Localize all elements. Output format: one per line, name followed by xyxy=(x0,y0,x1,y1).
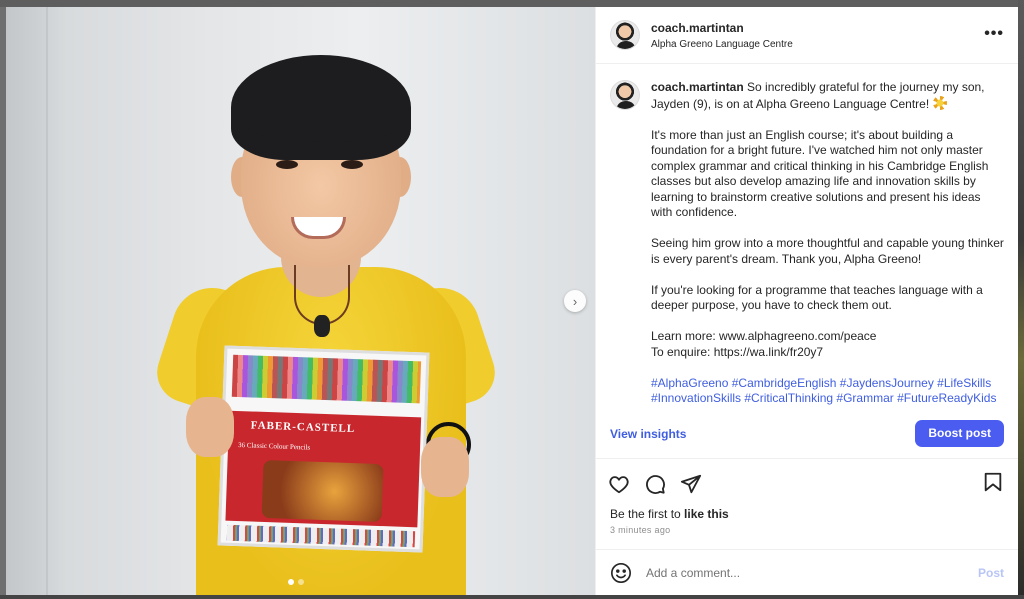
more-options-button[interactable]: ••• xyxy=(984,25,1004,43)
boy-figure: FABER-CASTELL 36 Classic Colour Pencils xyxy=(149,37,506,595)
likes-text: Be the first to like this xyxy=(596,503,1018,521)
post-details-panel: coach.martintan Alpha Greeno Language Ce… xyxy=(595,7,1018,595)
boost-post-button[interactable]: Boost post xyxy=(915,420,1004,447)
photo-shadow xyxy=(6,7,66,595)
chevron-right-icon: › xyxy=(572,293,578,309)
next-image-button[interactable]: › xyxy=(564,290,586,312)
more-horizontal-icon: ••• xyxy=(984,25,1004,42)
heart-icon[interactable] xyxy=(608,473,630,495)
header-text: coach.martintan Alpha Greeno Language Ce… xyxy=(651,21,793,50)
backdrop[interactable] xyxy=(0,595,1024,599)
box-pencil-strip xyxy=(226,524,416,548)
post-timestamp[interactable]: 3 minutes ago xyxy=(596,521,1018,549)
eye-left xyxy=(276,160,298,169)
post-header: coach.martintan Alpha Greeno Language Ce… xyxy=(596,7,1018,64)
carousel-dot xyxy=(288,579,294,585)
author-username[interactable]: coach.martintan xyxy=(651,21,793,35)
hair-fringe xyxy=(246,107,396,142)
learn-more-link[interactable]: Learn more: www.alphagreeno.com/peace xyxy=(651,329,876,343)
comment-bar: Post xyxy=(596,549,1018,595)
comment-icon[interactable] xyxy=(644,473,666,495)
backdrop[interactable] xyxy=(0,0,1024,7)
caption-paragraph: It's more than just an English course; i… xyxy=(651,127,989,220)
caption-paragraph: If you're looking for a programme that t… xyxy=(651,282,983,313)
likes-prefix: Be the first to xyxy=(610,507,681,521)
post-modal: FABER-CASTELL 36 Classic Colour Pencils … xyxy=(6,7,1018,595)
hashtags[interactable]: #AlphaGreeno #CambridgeEnglish #JaydensJ… xyxy=(651,376,1004,410)
like-this-link[interactable]: like this xyxy=(684,507,729,521)
backdrop[interactable] xyxy=(1018,0,1024,599)
carousel-dot xyxy=(298,579,304,585)
comment-input[interactable] xyxy=(646,565,964,580)
hand-right xyxy=(421,437,469,497)
insights-row: View insights Boost post xyxy=(596,409,1018,459)
emoji-icon[interactable] xyxy=(610,562,632,584)
avatar[interactable] xyxy=(610,80,640,110)
enquire-link[interactable]: To enquire: https://wa.link/fr20y7 xyxy=(651,345,823,359)
action-bar xyxy=(596,459,1018,503)
caption-username[interactable]: coach.martintan xyxy=(651,80,744,94)
post-image[interactable]: FABER-CASTELL 36 Classic Colour Pencils … xyxy=(6,7,595,595)
caption-paragraph: Seeing him grow into a more thoughtful a… xyxy=(651,236,1004,266)
post-location[interactable]: Alpha Greeno Language Centre xyxy=(651,39,793,50)
avatar[interactable] xyxy=(610,20,640,50)
view-insights-link[interactable]: View insights xyxy=(610,427,686,441)
share-icon[interactable] xyxy=(680,473,702,495)
caption-section: coach.martintan So incredibly grateful f… xyxy=(596,64,1018,409)
pendant xyxy=(314,315,330,337)
bookmark-icon[interactable] xyxy=(982,471,1004,493)
post-comment-button[interactable]: Post xyxy=(978,566,1004,580)
box-artwork xyxy=(261,459,384,523)
pencil-box: FABER-CASTELL 36 Classic Colour Pencils xyxy=(217,345,430,553)
colour-pencils xyxy=(231,354,422,404)
eye-right xyxy=(341,160,363,169)
sparkle-icon xyxy=(932,95,947,110)
hand-left xyxy=(186,397,234,457)
wall-edge xyxy=(46,7,48,595)
carousel-indicator xyxy=(288,579,304,585)
caption-text: coach.martintan So incredibly grateful f… xyxy=(651,80,1004,409)
